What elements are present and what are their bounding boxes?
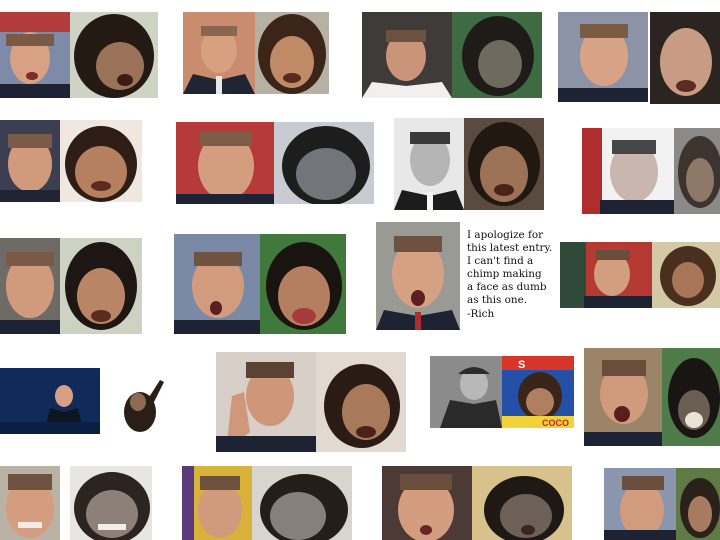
- cereal-brand-top: S: [518, 359, 525, 371]
- photo-man-speaking-1: [0, 12, 70, 98]
- note-line: this latest entry.: [467, 242, 553, 255]
- photo-chimp-5: [60, 120, 142, 202]
- note-line: I can't find a: [467, 255, 534, 268]
- photo-man-portrait-3: [604, 468, 676, 540]
- photo-man-hand-on-head: [216, 352, 316, 452]
- photo-man-yellow-background: [182, 466, 252, 540]
- cereal-brand-bottom: COCO: [542, 418, 569, 428]
- photo-man-pursed-lips: [382, 466, 472, 540]
- photo-chimp-3: [452, 12, 542, 98]
- note-line: a face as dumb: [467, 281, 547, 294]
- photo-man-shouting: [584, 348, 662, 446]
- photo-chimp-cereal-box: S COCO: [502, 356, 574, 428]
- photo-chimp-grin: [70, 466, 152, 540]
- photo-chimp-12: [252, 466, 352, 540]
- photo-man-smirk-1: [0, 120, 60, 202]
- caption-note: I apologize for this latest entry. I can…: [467, 229, 557, 321]
- photo-man-portrait-2: [558, 12, 648, 102]
- note-line: chimp making: [467, 268, 542, 281]
- photo-chimp-11: [652, 242, 720, 308]
- photo-chimp-2: [255, 12, 329, 94]
- photo-man-frown-1: [176, 122, 274, 204]
- photo-chimp-pursed-lips: [472, 466, 572, 540]
- photo-chimp-waving: [110, 372, 172, 438]
- photo-collage: I apologize for this latest entry. I can…: [0, 0, 720, 540]
- photo-chimp-13: [676, 468, 720, 540]
- photo-chimp-7: [464, 118, 544, 210]
- photo-man-podium: [0, 368, 100, 434]
- photo-man-flag-background: [582, 128, 674, 214]
- photo-man-grin: [0, 466, 60, 540]
- photo-chimp-screaming: [662, 348, 720, 446]
- photo-man-pensive-1: [362, 12, 452, 98]
- photo-man-mouth-open-2: [376, 222, 460, 330]
- photo-chimp-1: [70, 12, 158, 98]
- note-signature: -Rich: [467, 307, 495, 320]
- photo-man-smile-1: [0, 238, 60, 334]
- photo-chimp-hand-on-head: [316, 352, 406, 452]
- photo-man-side-view: [560, 242, 652, 308]
- photo-chimp-6: [274, 122, 374, 204]
- note-line: as this one.: [467, 294, 528, 307]
- note-line: I apologize for: [467, 229, 544, 241]
- photo-man-mouth-open-1: [174, 234, 260, 334]
- photo-man-baseball: [430, 356, 502, 428]
- photo-chimp-4: [650, 12, 720, 104]
- photo-chimp-9: [60, 238, 142, 334]
- photo-chimp-10: [260, 234, 346, 334]
- photo-chimp-8: [674, 128, 720, 214]
- photo-man-bw-portrait: [394, 118, 464, 210]
- photo-man-portrait-1: [183, 12, 255, 94]
